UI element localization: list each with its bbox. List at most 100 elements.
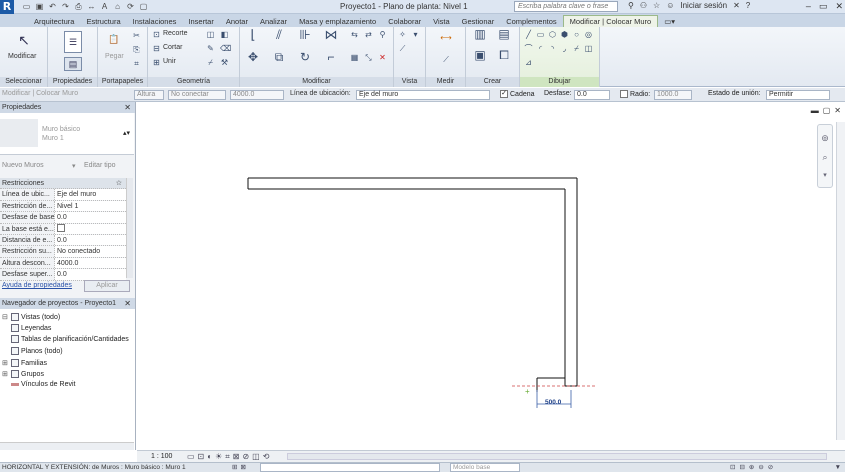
- ribbon-toggle-icon[interactable]: ▭▾: [658, 16, 681, 27]
- offset-icon[interactable]: ⫽: [272, 28, 286, 44]
- filter-dropdown-icon[interactable]: ▾: [72, 162, 76, 170]
- copy-icon[interactable]: ⎘: [132, 45, 141, 54]
- star-icon[interactable]: ☆: [653, 1, 660, 10]
- property-value[interactable]: Eje del muro: [55, 189, 126, 200]
- move-icon[interactable]: ✥: [246, 51, 260, 67]
- property-value[interactable]: 0.0: [55, 212, 126, 223]
- paste-button[interactable]: Pegar: [105, 53, 124, 60]
- paint-icon[interactable]: ✎: [206, 44, 215, 53]
- arc-tangent-icon[interactable]: ◝: [548, 44, 557, 53]
- split-icon[interactable]: ⇆: [350, 30, 359, 39]
- mirror-axis-icon[interactable]: ⊪: [298, 28, 312, 44]
- modify-button[interactable]: Modificar: [8, 53, 36, 60]
- maximize-icon[interactable]: ▭: [819, 1, 828, 12]
- plan-view-svg[interactable]: 500.0 +: [137, 102, 845, 450]
- tab-complementos[interactable]: Complementos: [500, 16, 562, 27]
- offset-field[interactable]: 0.0: [574, 90, 610, 100]
- drawing-vertical-scrollbar[interactable]: [836, 122, 845, 440]
- save-icon[interactable]: ▣: [35, 2, 44, 12]
- type-dropdown-icon[interactable]: ▴▾: [123, 129, 130, 137]
- property-value[interactable]: No conectado: [55, 246, 126, 257]
- linework-icon[interactable]: ⟋: [398, 44, 407, 53]
- property-value[interactable]: 4000.0: [55, 257, 126, 269]
- drawing-horizontal-scrollbar[interactable]: [287, 453, 827, 460]
- 3d-view-icon[interactable]: ⌂: [113, 2, 122, 12]
- properties-scrollbar[interactable]: [126, 178, 133, 278]
- table-row[interactable]: Desfase super... 0.0: [0, 269, 126, 281]
- arc-start-end-icon[interactable]: ⌒: [524, 44, 533, 53]
- print-icon[interactable]: ⎙: [74, 2, 83, 12]
- radius-checkbox[interactable]: [620, 90, 628, 98]
- expand-sign-icon[interactable]: ⊞: [2, 370, 9, 378]
- fillet-arc-icon[interactable]: ◞: [560, 44, 569, 53]
- subscription-icon[interactable]: ⚇: [640, 1, 647, 10]
- dimension-icon[interactable]: ⟋: [434, 55, 458, 64]
- redo-icon[interactable]: ↷: [61, 2, 70, 12]
- rectangle-icon[interactable]: ▭: [536, 30, 545, 39]
- override-graphics-icon[interactable]: ✧: [398, 30, 407, 39]
- create-assembly-icon[interactable]: ▥: [472, 28, 488, 44]
- tab-instalaciones[interactable]: Instalaciones: [127, 16, 183, 27]
- apply-button[interactable]: Aplicar: [84, 280, 130, 292]
- array-icon[interactable]: ▦: [350, 53, 359, 62]
- browser-horizontal-scrollbar[interactable]: [0, 442, 134, 450]
- join-button[interactable]: Unir: [163, 58, 176, 65]
- sync-icon[interactable]: ⟳: [126, 2, 135, 12]
- scale-icon[interactable]: ⤡: [364, 53, 373, 62]
- revit-logo-icon[interactable]: R: [0, 0, 14, 14]
- match-icon[interactable]: ⌗: [132, 59, 141, 68]
- property-checkbox[interactable]: [57, 223, 65, 232]
- delete-icon[interactable]: ✕: [378, 53, 387, 62]
- table-row[interactable]: Restricción de... Nivel 1: [0, 200, 126, 213]
- properties-icon[interactable]: ☰: [64, 31, 82, 53]
- help-icon[interactable]: ?: [746, 1, 750, 10]
- signin-button[interactable]: Iniciar sesión: [680, 1, 727, 10]
- rotate-icon[interactable]: ↻: [298, 51, 312, 67]
- cope-button[interactable]: Recorte: [163, 30, 188, 37]
- mirror-draw-icon[interactable]: ⋈: [324, 28, 338, 44]
- trim-icon[interactable]: ⌐: [324, 51, 338, 67]
- property-value[interactable]: [55, 223, 126, 234]
- table-row[interactable]: Distancia de e... 0.0: [0, 234, 126, 247]
- properties-help-link[interactable]: Ayuda de propiedades: [2, 282, 72, 289]
- table-row[interactable]: Restricción su... No conectado: [0, 246, 126, 258]
- close-browser-icon[interactable]: ✕: [124, 298, 131, 309]
- tab-vista[interactable]: Vista: [427, 16, 456, 27]
- table-row[interactable]: Altura descon... 4000.0: [0, 257, 126, 270]
- create-parts-icon[interactable]: ▤: [496, 28, 512, 44]
- type-selector[interactable]: Muro básico Muro 1 ▴▾: [0, 113, 134, 155]
- property-value[interactable]: 0.0: [55, 234, 126, 246]
- radius-field[interactable]: 1000.0: [654, 90, 692, 100]
- window-icon[interactable]: ▢: [139, 2, 148, 12]
- paste-icon[interactable]: 📋: [106, 29, 122, 49]
- exchange-icon[interactable]: ✕: [733, 1, 740, 10]
- split-gap-icon[interactable]: ⇄: [364, 30, 373, 39]
- binoculars-icon[interactable]: ⚲: [628, 1, 634, 10]
- design-options-field[interactable]: Modelo base: [450, 463, 520, 472]
- wall-join-icon[interactable]: ◫: [206, 30, 215, 39]
- edit-type-button[interactable]: Editar tipo: [84, 162, 116, 169]
- polygon-icon[interactable]: ⬡: [548, 30, 557, 39]
- cut-geometry-icon[interactable]: ⊟: [152, 44, 161, 53]
- circle-center-icon[interactable]: ◎: [584, 30, 593, 39]
- steering-wheel-icon[interactable]: ⊚: [818, 133, 832, 144]
- tree-item-grupos[interactable]: ⊞ Grupos: [2, 370, 44, 378]
- measure-icon[interactable]: ↔: [87, 2, 96, 12]
- type-properties-icon[interactable]: ▤: [64, 57, 82, 71]
- text-icon[interactable]: A: [100, 2, 109, 12]
- tab-modificar-colocar-muro[interactable]: Modificar | Colocar Muro: [562, 15, 659, 27]
- remove-paint-icon[interactable]: ⚒: [220, 58, 229, 67]
- property-value[interactable]: 0.0: [55, 269, 126, 280]
- tab-anotar[interactable]: Anotar: [220, 16, 254, 27]
- expand-sign-icon[interactable]: ⊞: [2, 359, 9, 367]
- view-control-icons[interactable]: ▭⊡◐☀⌗⊠⊘◫⟲: [187, 452, 272, 462]
- height-mode-select[interactable]: Altura: [134, 90, 164, 100]
- close-window-icon[interactable]: ✕: [835, 1, 843, 12]
- join-icon[interactable]: ⊞: [152, 58, 161, 67]
- workset-field[interactable]: [260, 463, 440, 472]
- zoom-icon[interactable]: ⌕: [818, 152, 832, 163]
- search-input[interactable]: Escriba palabra clave o frase: [514, 1, 618, 12]
- create-group-icon[interactable]: ▣: [472, 49, 488, 65]
- pin-icon[interactable]: ⚲: [378, 30, 387, 39]
- nav-dropdown-icon[interactable]: ▾: [818, 171, 832, 179]
